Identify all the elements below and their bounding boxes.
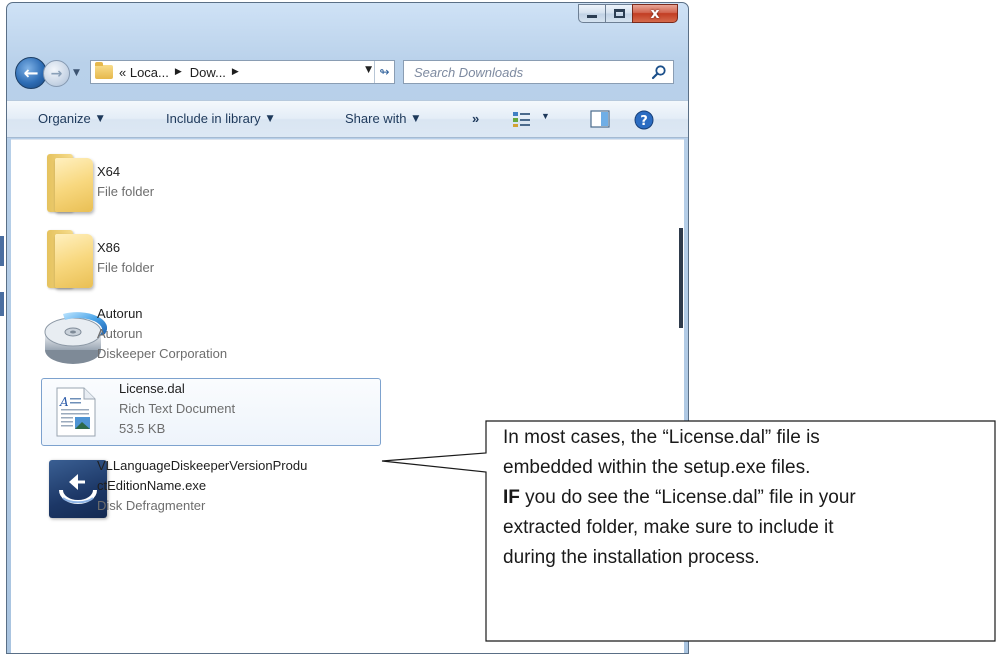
callout-text: In most cases, the “License.dal” file is… (503, 423, 965, 573)
callout-line: during the installation process. (503, 547, 760, 568)
callout-line: extracted folder, make sure to include i… (503, 517, 834, 538)
callout-emphasis: IF (503, 487, 520, 508)
callout-line: IF you do see the “License.dal” file in … (503, 483, 965, 513)
callout-line-rest: you do see the “License.dal” file in you… (519, 487, 856, 508)
callout-line: In most cases, the “License.dal” file is (503, 427, 820, 448)
callout-line: embedded within the setup.exe files. (503, 457, 811, 478)
